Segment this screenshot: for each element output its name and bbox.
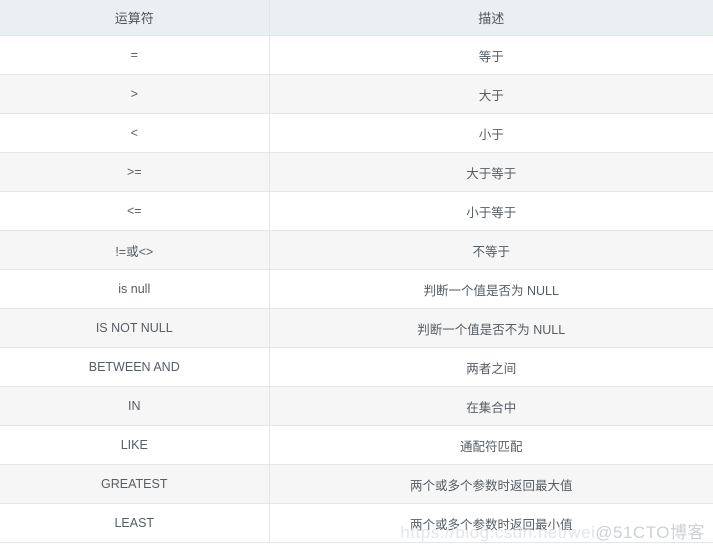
table-row: >= 大于等于 — [0, 152, 713, 192]
cell-description: 等于 — [269, 35, 713, 75]
cell-operator: IN — [0, 386, 270, 426]
cell-description: 判断一个值是否为 NULL — [269, 269, 713, 309]
cell-operator: BETWEEN AND — [0, 347, 270, 387]
table-row: <= 小于等于 — [0, 191, 713, 231]
table-row: IS NOT NULL 判断一个值是否不为 NULL — [0, 308, 713, 348]
operator-reference-table-container: 运算符 描述 = 等于 > 大于 < 小于 >= 大于等于 <= 小于等于 !=或<> 不等于 is n… — [0, 0, 713, 549]
table-row: GREATEST 两个或多个参数时返回最大值 — [0, 464, 713, 504]
cell-operator: IS NOT NULL — [0, 308, 270, 348]
table-row: = 等于 — [0, 35, 713, 75]
table-row: BETWEEN AND 两者之间 — [0, 347, 713, 387]
table-row: LIKE 通配符匹配 — [0, 425, 713, 465]
cell-operator: GREATEST — [0, 464, 270, 504]
column-header-description: 描述 — [269, 0, 713, 36]
cell-operator: > — [0, 74, 270, 114]
table-header-row: 运算符 描述 — [0, 0, 713, 36]
cell-description: 不等于 — [269, 230, 713, 270]
table-row: LEAST 两个或多个参数时返回最小值 — [0, 503, 713, 543]
cell-operator: >= — [0, 152, 270, 192]
cell-operator: is null — [0, 269, 270, 309]
table-row: is null 判断一个值是否为 NULL — [0, 269, 713, 309]
column-header-operator: 运算符 — [0, 0, 270, 36]
cell-description: 在集合中 — [269, 386, 713, 426]
table-row: !=或<> 不等于 — [0, 230, 713, 270]
cell-description: 两个或多个参数时返回最大值 — [269, 464, 713, 504]
cell-description: 通配符匹配 — [269, 425, 713, 465]
table-row: > 大于 — [0, 74, 713, 114]
cell-operator: LEAST — [0, 503, 270, 543]
cell-description: 小于等于 — [269, 191, 713, 231]
cell-description: 两者之间 — [269, 347, 713, 387]
cell-operator: = — [0, 35, 270, 75]
cell-description: 判断一个值是否不为 NULL — [269, 308, 713, 348]
table-body: = 等于 > 大于 < 小于 >= 大于等于 <= 小于等于 !=或<> 不等于 is null 判断一个… — [0, 35, 713, 543]
cell-operator: LIKE — [0, 425, 270, 465]
cell-description: 小于 — [269, 113, 713, 153]
cell-operator: < — [0, 113, 270, 153]
table-header: 运算符 描述 — [0, 0, 713, 36]
table-row: < 小于 — [0, 113, 713, 153]
cell-description: 大于 — [269, 74, 713, 114]
cell-operator: !=或<> — [0, 230, 270, 270]
cell-operator: <= — [0, 191, 270, 231]
table-row: IN 在集合中 — [0, 386, 713, 426]
cell-description: 大于等于 — [269, 152, 713, 192]
cell-description: 两个或多个参数时返回最小值 — [269, 503, 713, 543]
operator-reference-table: 运算符 描述 = 等于 > 大于 < 小于 >= 大于等于 <= 小于等于 !=或<> 不等于 is n… — [0, 0, 713, 543]
